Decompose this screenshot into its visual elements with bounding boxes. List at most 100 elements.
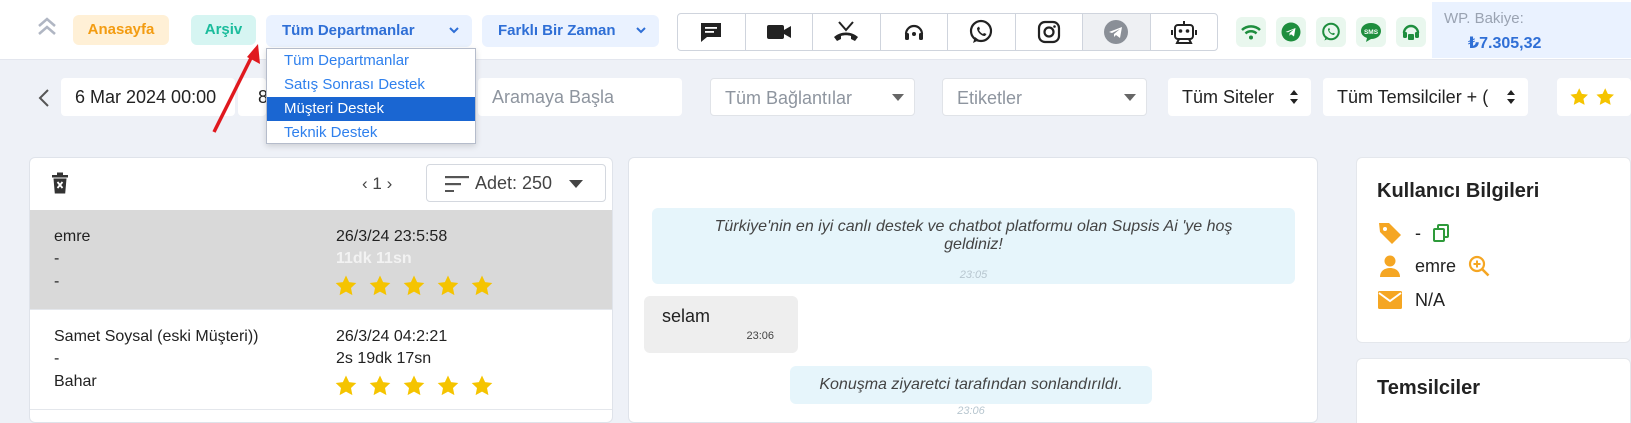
row-duration: 11dk 11sn <box>336 250 412 267</box>
channel-telegram-button[interactable] <box>1083 14 1151 50</box>
balance-value: ₺7.305,32 <box>1468 35 1542 52</box>
system-message-welcome: Türkiye'nin en iyi canlı destek ve chatb… <box>652 208 1295 284</box>
representatives-select[interactable]: Tüm Temsilciler + ( <box>1323 78 1528 116</box>
user-info-title: Kullanıcı Bilgileri <box>1377 180 1540 202</box>
department-dropdown: Tüm Departmanlar Satış Sonrası Destek Mü… <box>266 48 476 144</box>
chevron-down-icon <box>636 27 646 34</box>
whatsapp-icon <box>970 19 993 43</box>
row-name: Samet Soysal (eski Müşteri)) <box>54 328 259 345</box>
channel-filter-group <box>677 13 1218 51</box>
message-text: selam <box>662 306 711 326</box>
status-icons: SMS <box>1236 17 1426 47</box>
row-line3: - <box>54 273 60 290</box>
tags-select[interactable]: Etiketler <box>942 78 1147 116</box>
message-time: 23:06 <box>746 330 774 342</box>
telegram-icon <box>1281 22 1301 42</box>
channel-missed-call-button[interactable] <box>813 14 881 50</box>
conversation-list-panel: ‹ 1 › Adet: 250 emre - - 26/3/24 23:5:58… <box>29 157 613 423</box>
channel-support-button[interactable] <box>881 14 948 50</box>
dropdown-option-tech-support[interactable]: Teknik Destek <box>267 121 475 145</box>
star-icon <box>403 275 425 296</box>
home-button[interactable]: Anasayfa <box>73 15 169 45</box>
date-start-field[interactable]: 6 Mar 2024 00:00 <box>61 78 235 116</box>
channel-instagram-button[interactable] <box>1016 14 1083 50</box>
sites-select-label: Tüm Siteler <box>1182 87 1275 107</box>
chevron-left-icon[interactable] <box>36 88 52 108</box>
list-item[interactable]: emre - - 26/3/24 23:5:58 11dk 11sn <box>30 210 612 310</box>
svg-text:SMS: SMS <box>1364 29 1379 36</box>
visitor-message: selam 23:06 <box>644 296 798 353</box>
row-line2: - <box>54 250 60 267</box>
sort-arrows-icon <box>1290 90 1298 104</box>
time-select[interactable]: Farklı Bir Zaman <box>482 15 659 47</box>
copy-icon[interactable] <box>1433 224 1449 242</box>
chat-icon <box>701 23 722 42</box>
search-input[interactable]: Aramaya Başla <box>478 78 682 116</box>
agent-icon <box>1402 24 1420 40</box>
channel-video-button[interactable] <box>746 14 813 50</box>
user-name-value: emre <box>1415 255 1457 276</box>
sort-arrows-icon <box>1507 90 1515 104</box>
chat-panel: Türkiye'nin en iyi canlı destek ve chatb… <box>628 157 1318 423</box>
sort-lines-icon <box>445 176 469 192</box>
trash-icon[interactable] <box>50 172 70 194</box>
tag-icon <box>1379 223 1401 244</box>
page-size-label: Adet: 250 <box>475 173 553 193</box>
channel-chat-button[interactable] <box>678 14 746 50</box>
department-select-label: Tüm Departmanlar <box>282 22 415 39</box>
user-email-value: N/A <box>1415 289 1446 310</box>
chevron-down-icon <box>449 27 459 34</box>
sites-select[interactable]: Tüm Siteler <box>1168 78 1311 116</box>
user-tag-row: - <box>1377 220 1449 246</box>
wp-balance: WP. Bakiye: ₺7.305,32 <box>1432 2 1631 58</box>
sms-icon: SMS <box>1361 23 1381 42</box>
agent-status[interactable] <box>1396 17 1426 47</box>
dropdown-option-after-sales[interactable]: Satış Sonrası Destek <box>267 73 475 97</box>
list-item[interactable]: Samet Soysal (eski Müşteri)) - Bahar 26/… <box>30 310 612 410</box>
welcome-text: Türkiye'nin en iyi canlı destek ve chatb… <box>714 218 1233 253</box>
channel-whatsapp-button[interactable] <box>948 14 1016 50</box>
row-rating <box>334 374 494 398</box>
connections-select-label: Tüm Bağlantılar <box>725 88 853 108</box>
wifi-status[interactable] <box>1236 17 1266 47</box>
missed-call-icon <box>834 21 859 41</box>
star-icon <box>471 275 493 296</box>
representatives-panel: Temsilciler <box>1356 358 1631 423</box>
star-icon <box>403 375 425 396</box>
prev-page-button[interactable]: ‹ <box>362 174 368 193</box>
page-size-select[interactable]: Adet: 250 <box>426 164 606 202</box>
user-name-row: emre <box>1377 254 1490 278</box>
channel-chatbot-button[interactable] <box>1151 14 1218 50</box>
balance-label: WP. Bakiye: <box>1444 10 1524 27</box>
chevron-up-icon[interactable] <box>36 16 58 38</box>
next-page-button[interactable]: › <box>387 174 393 193</box>
star-icon <box>335 275 357 296</box>
telegram-icon <box>1104 20 1129 44</box>
row-rating <box>334 274 494 298</box>
pagination: ‹ 1 › <box>362 174 392 194</box>
star-icon <box>1596 88 1614 105</box>
ended-text: Konuşma ziyaretci tarafından sonlandırıl… <box>819 376 1123 393</box>
annotation-arrow-icon <box>212 44 260 133</box>
sms-status[interactable]: SMS <box>1356 17 1386 47</box>
user-email-row: N/A <box>1377 289 1445 311</box>
dropdown-option-customer-support[interactable]: Müşteri Destek <box>267 97 475 121</box>
video-icon <box>766 25 791 39</box>
row-date: 26/3/24 04:2:21 <box>336 328 448 345</box>
department-select[interactable]: Tüm Departmanlar <box>266 15 472 47</box>
headset-icon <box>904 24 923 40</box>
row-line2: - <box>54 350 60 367</box>
archive-button[interactable]: Arşiv <box>191 15 256 45</box>
telegram-status[interactable] <box>1276 17 1306 47</box>
whatsapp-status[interactable] <box>1316 17 1346 47</box>
zoom-in-icon[interactable] <box>1468 255 1490 277</box>
caret-down-icon <box>569 180 583 188</box>
whatsapp-icon <box>1322 22 1340 41</box>
rating-stars <box>1570 88 1614 105</box>
page-number: 1 <box>372 174 382 193</box>
rating-filter[interactable] <box>1557 78 1631 116</box>
row-name: emre <box>54 228 91 245</box>
dropdown-option-all[interactable]: Tüm Departmanlar <box>267 49 475 73</box>
wifi-icon <box>1241 25 1261 40</box>
connections-select[interactable]: Tüm Bağlantılar <box>710 78 915 116</box>
